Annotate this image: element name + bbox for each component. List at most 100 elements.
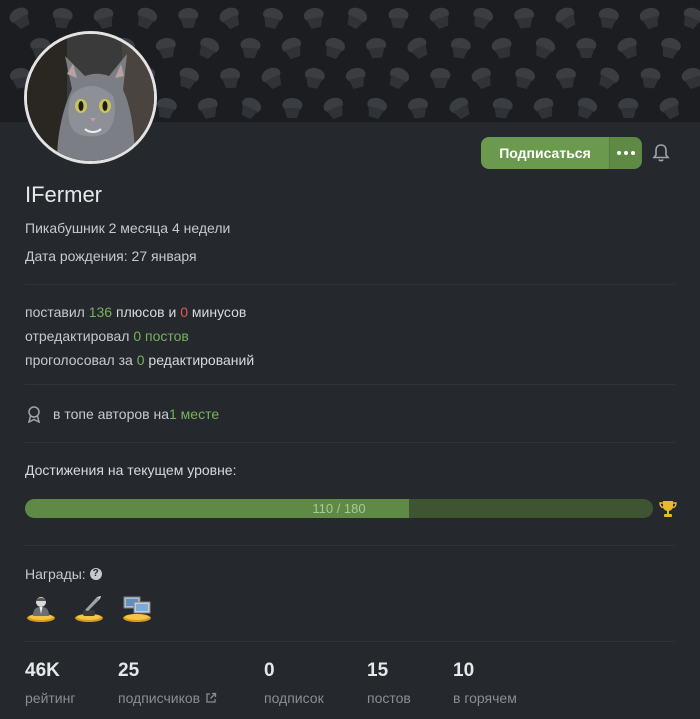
banner-pattern-shape [492, 97, 513, 119]
banner-pattern-shape [388, 7, 409, 29]
banner-pattern-shape [430, 67, 451, 89]
stat-value: 46K [25, 660, 60, 681]
banner-pattern-shape [347, 7, 368, 30]
banner-pattern-shape [156, 97, 177, 119]
banner-pattern-shape [325, 37, 346, 60]
pluses-count: 136 [88, 304, 113, 320]
banner-pattern-shape [93, 7, 114, 29]
award-computer-icon[interactable] [121, 592, 153, 624]
banner-pattern-shape [576, 38, 597, 58]
edits-prefix: отредактировал [25, 328, 134, 344]
votes-line: поставил 136 плюсов и 0 минусов [25, 304, 246, 320]
edit-votes-line: проголосовал за 0 редактирований [25, 352, 254, 368]
divider [25, 641, 675, 642]
achievements-progress-bar: 110 / 180 [25, 499, 653, 518]
achievements-title: Достижения на текущем уровне: [25, 462, 237, 478]
banner-pattern-shape [52, 7, 73, 29]
edits-count-link[interactable]: 0 постов [133, 328, 189, 344]
banner-pattern-shape [240, 37, 261, 59]
banner-pattern-shape [555, 67, 576, 89]
ribbon-icon [27, 406, 41, 423]
banner-pattern-shape [9, 7, 30, 30]
banner-pattern-shape [281, 37, 302, 60]
subscribe-button[interactable]: Подписаться [481, 137, 609, 169]
dot [624, 151, 628, 155]
banner-pattern-shape [304, 67, 325, 89]
divider [25, 545, 675, 546]
banner-pattern-shape [366, 37, 387, 59]
stat-subscribers[interactable]: 25 подписчиков [118, 660, 217, 706]
stat-subscriptions: 0 подписок [264, 660, 324, 706]
banner-pattern-shape [533, 97, 554, 119]
banner-pattern-shape [577, 97, 598, 120]
progress-label: 110 / 180 [312, 501, 366, 516]
avatar[interactable] [24, 31, 157, 164]
cat-avatar-image [27, 34, 154, 161]
stat-value: 25 [118, 660, 140, 681]
edits-line: отредактировал 0 постов [25, 328, 189, 344]
stat-label-text: рейтинг [25, 690, 76, 706]
banner-pattern-shape [199, 37, 220, 60]
trophy-icon [659, 501, 677, 517]
stat-label-text: в горячем [453, 690, 517, 706]
banner-pattern-shape [179, 67, 200, 90]
votes-prefix: поставил [25, 304, 89, 320]
edit-votes-suffix: редактирований [144, 352, 255, 368]
awards-title-row: Награды: ? [25, 566, 102, 582]
more-options-button[interactable] [609, 137, 642, 169]
banner-pattern-shape [282, 97, 303, 119]
banner-pattern-shape [408, 97, 428, 119]
award-businessman-icon[interactable] [25, 592, 57, 624]
banner-pattern-shape [178, 7, 199, 29]
banner-pattern-shape [514, 7, 534, 29]
stat-value: 0 [264, 660, 275, 681]
banner-pattern-shape [389, 67, 410, 90]
banner-pattern-shape [535, 37, 556, 60]
stat-label: подписчиков [118, 690, 217, 706]
banner-pattern-shape [449, 97, 470, 120]
banner-pattern-shape [137, 7, 158, 30]
divider [25, 442, 675, 443]
award-pen-icon[interactable] [73, 592, 105, 624]
external-link-icon[interactable] [205, 692, 217, 704]
top-place[interactable]: 1 месте [169, 406, 219, 422]
stat-label: в горячем [453, 690, 517, 706]
banner-pattern-shape [515, 67, 535, 89]
banner-pattern-shape [555, 7, 576, 30]
birthday-text: Дата рождения: 27 января [25, 248, 197, 264]
stat-label: рейтинг [25, 690, 75, 706]
tenure-text: Пикабушник 2 месяца 4 недели [25, 220, 231, 236]
minuses-count: 0 [180, 304, 189, 320]
stat-label-text: подписчиков [118, 690, 201, 706]
stat-value: 15 [367, 660, 389, 681]
stat-label: постов [367, 690, 411, 706]
votes-suffix: минусов [188, 304, 247, 320]
bell-icon[interactable] [651, 143, 671, 163]
banner-pattern-shape [197, 97, 218, 119]
stat-hot: 10 в горячем [453, 660, 517, 706]
banner-pattern-shape [155, 37, 176, 59]
subscribe-group: Подписаться [481, 137, 642, 169]
edit-votes-prefix: проголосовал за [25, 352, 137, 368]
banner-pattern-shape [220, 67, 241, 89]
banner-pattern-shape [345, 67, 366, 89]
banner-pattern-shape [429, 7, 450, 30]
divider [25, 384, 675, 385]
banner-pattern-shape [617, 37, 637, 60]
banner-pattern-shape [323, 97, 343, 120]
banner-pattern-shape [639, 7, 660, 29]
banner-pattern-shape [263, 7, 283, 29]
banner-pattern-shape [473, 7, 493, 30]
banner-pattern-shape [491, 37, 512, 59]
help-icon[interactable]: ? [89, 568, 102, 580]
banner-pattern-shape [219, 7, 240, 30]
banner-pattern-shape [598, 7, 619, 29]
banner-pattern-shape [471, 67, 491, 90]
awards-title: Награды: [25, 566, 86, 582]
top-authors-line: в топе авторов на 1 месте [25, 405, 219, 423]
top-prefix: в топе авторов на [53, 406, 169, 422]
dot [617, 151, 621, 155]
banner-pattern-shape [450, 37, 471, 59]
banner-pattern-shape [367, 97, 387, 119]
banner-pattern-shape [407, 37, 428, 60]
